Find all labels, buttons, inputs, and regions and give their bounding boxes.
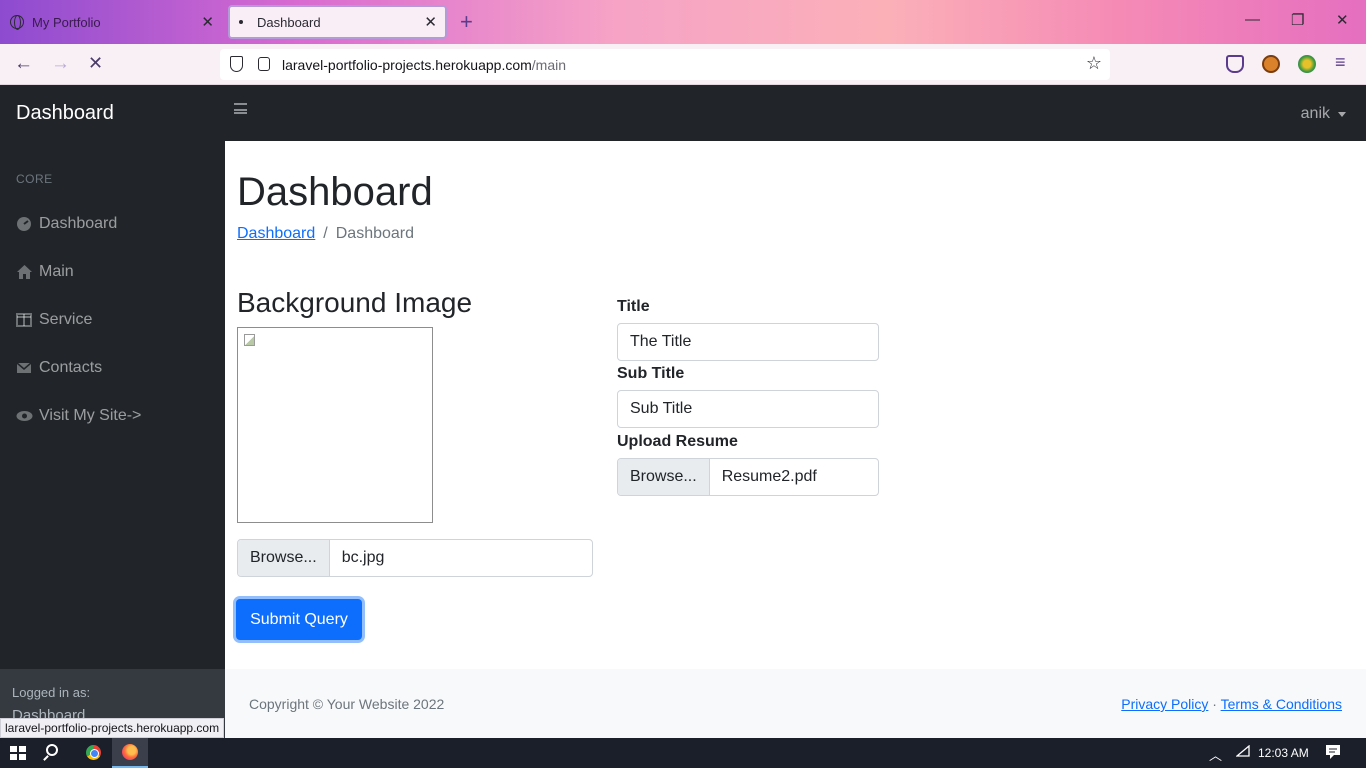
columns-icon: [16, 312, 32, 328]
tracking-shield-icon[interactable]: [230, 56, 243, 72]
firefox-icon: [122, 744, 138, 760]
footer-separator: ·: [1212, 696, 1217, 712]
sidebar-heading: CORE: [16, 172, 53, 186]
browser-toolbar: ← → ✕ laravel-portfolio-projects.herokua…: [0, 44, 1366, 85]
subtitle-label: Sub Title: [617, 365, 685, 382]
os-taskbar: ︿ 12:03 AM: [0, 738, 1366, 768]
eye-icon: [16, 408, 33, 424]
extension-icon[interactable]: [1262, 55, 1280, 73]
navbar-brand[interactable]: Dashboard: [16, 102, 114, 125]
copyright-text: Copyright © Your Website 2022: [249, 696, 445, 712]
sidebar-item-label: Dashboard: [39, 215, 118, 232]
tab-my-portfolio[interactable]: My Portfolio ✕: [0, 5, 222, 39]
url-path: /main: [531, 56, 567, 73]
resume-file-input[interactable]: Browse... Resume2.pdf: [617, 458, 879, 496]
firefox-taskbar-button[interactable]: [112, 738, 148, 768]
sidebar-item-dashboard[interactable]: Dashboard: [16, 212, 117, 236]
close-window-button[interactable]: ✕: [1336, 11, 1349, 29]
wifi-icon[interactable]: [1235, 744, 1250, 760]
background-file-input[interactable]: Browse... bc.jpg: [237, 539, 593, 577]
sidebar: CORE Dashboard Main Service Contacts Vis…: [0, 141, 225, 738]
close-tab-icon[interactable]: ✕: [201, 13, 214, 31]
footer-links: Privacy Policy · Terms & Conditions: [1121, 696, 1342, 712]
sidebar-item-main[interactable]: Main: [16, 260, 74, 284]
sidebar-item-label: Main: [39, 263, 74, 280]
title-label: Title: [617, 298, 650, 315]
file-name: Resume2.pdf: [721, 468, 817, 485]
top-navbar: Dashboard anik: [0, 85, 1366, 141]
sidebar-item-label: Visit My Site->: [39, 407, 142, 424]
envelope-icon: [16, 360, 32, 376]
tab-title: My Portfolio: [32, 14, 101, 30]
user-dropdown[interactable]: anik: [1301, 105, 1330, 123]
sidebar-toggle-icon[interactable]: [234, 103, 247, 114]
sidebar-item-service[interactable]: Service: [16, 308, 92, 332]
chrome-icon[interactable]: [86, 745, 101, 760]
restore-button[interactable]: ❐: [1291, 11, 1304, 29]
chevron-up-icon[interactable]: ︿: [1209, 745, 1222, 764]
home-icon: [16, 264, 32, 280]
browse-button[interactable]: Browse...: [238, 540, 330, 576]
terms-link[interactable]: Terms & Conditions: [1221, 696, 1342, 712]
privacy-policy-link[interactable]: Privacy Policy: [1121, 696, 1208, 712]
sidebar-item-label: Service: [39, 311, 93, 328]
clock[interactable]: 12:03 AM: [1258, 746, 1309, 760]
bookmark-star-icon[interactable]: ☆: [1086, 53, 1102, 74]
breadcrumb-current: Dashboard: [335, 225, 415, 242]
file-name: bc.jpg: [341, 549, 385, 566]
background-image-heading: Background Image: [237, 287, 473, 318]
link-status-bar: laravel-portfolio-projects.herokuapp.com: [0, 718, 225, 738]
sidebar-item-visit-site[interactable]: Visit My Site->: [16, 404, 141, 428]
page-title: Dashboard: [237, 170, 433, 214]
breadcrumb-separator: /: [323, 225, 328, 242]
stop-loading-button[interactable]: ✕: [88, 53, 103, 74]
minimize-button[interactable]: —: [1245, 11, 1260, 28]
sidebar-item-contacts[interactable]: Contacts: [16, 356, 102, 380]
background-image-preview: [237, 327, 433, 523]
loading-dot-icon: [239, 20, 243, 24]
menu-icon[interactable]: ≡: [1335, 52, 1353, 72]
broken-image-icon: [244, 334, 255, 346]
forward-button[interactable]: →: [51, 53, 70, 75]
url-host: laravel-portfolio-projects.herokuapp.com: [282, 56, 532, 73]
url-text: laravel-portfolio-projects.herokuapp.com…: [282, 57, 566, 73]
page-footer: Copyright © Your Website 2022 Privacy Po…: [225, 669, 1366, 738]
globe-icon: [10, 15, 24, 30]
browse-button[interactable]: Browse...: [618, 459, 710, 495]
windows-start-icon[interactable]: [10, 746, 26, 760]
sidebar-item-label: Contacts: [39, 359, 103, 376]
notifications-icon[interactable]: [1325, 744, 1341, 763]
search-icon[interactable]: [46, 744, 58, 756]
tab-title: Dashboard: [257, 14, 321, 30]
breadcrumb-link[interactable]: Dashboard: [237, 225, 315, 242]
address-bar[interactable]: laravel-portfolio-projects.herokuapp.com…: [220, 49, 1110, 80]
logged-in-label: Logged in as:: [12, 685, 91, 700]
tab-dashboard[interactable]: Dashboard ✕: [228, 5, 447, 39]
breadcrumb: Dashboard / Dashboard: [237, 225, 414, 243]
chevron-down-icon[interactable]: [1338, 112, 1346, 117]
back-button[interactable]: ←: [14, 53, 33, 75]
insecure-lock-icon[interactable]: [258, 57, 270, 71]
gauge-icon: [16, 216, 32, 232]
browser-tab-strip: My Portfolio ✕ Dashboard ✕ + — ❐ ✕: [0, 0, 1366, 44]
close-tab-icon[interactable]: ✕: [424, 13, 437, 31]
new-tab-button[interactable]: +: [460, 9, 473, 35]
resume-label: Upload Resume: [617, 433, 738, 450]
extension-icon[interactable]: [1298, 55, 1316, 73]
pocket-icon[interactable]: [1226, 55, 1244, 73]
title-input[interactable]: The Title: [617, 323, 879, 361]
subtitle-input[interactable]: Sub Title: [617, 390, 879, 428]
submit-button[interactable]: Submit Query: [236, 599, 362, 640]
main-content: Dashboard Dashboard / Dashboard Background…: [225, 141, 1366, 669]
